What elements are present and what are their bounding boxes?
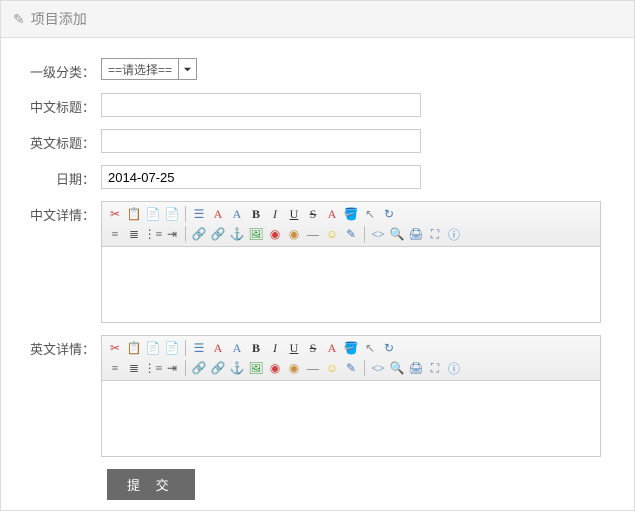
list-bullet-icon[interactable]: ⋮≡	[144, 359, 162, 377]
smiley-icon[interactable]: ☺	[323, 359, 341, 377]
list-num-icon[interactable]: ≣	[125, 359, 143, 377]
pencil-icon: ✎	[13, 11, 25, 28]
title-en-input[interactable]	[101, 129, 421, 153]
hr-icon[interactable]: —	[304, 359, 322, 377]
underline-icon[interactable]: U	[285, 339, 303, 357]
remove-format-icon[interactable]: A	[209, 205, 227, 223]
select-all-icon[interactable]: ☰	[190, 205, 208, 223]
separator	[185, 340, 186, 356]
category-value: ==请选择==	[102, 59, 178, 79]
italic-icon[interactable]: I	[266, 339, 284, 357]
redo-icon[interactable]: ↻	[380, 339, 398, 357]
bold-icon[interactable]: B	[247, 205, 265, 223]
separator	[364, 360, 365, 376]
title-en-label: 英文标题：	[21, 129, 101, 152]
cursor-icon[interactable]: ↖	[361, 205, 379, 223]
unlink-icon[interactable]: 🔗	[209, 359, 227, 377]
toolbar-cn: ✂📋📄📄☰AABIUSA🪣↖↻≡≣⋮≡⇥🔗🔗⚓🖼◉◉—☺✎<>🔍🖨⛶ⓘ	[102, 202, 600, 247]
category-select[interactable]: ==请选择==	[101, 58, 197, 80]
title-cn-label: 中文标题：	[21, 93, 101, 116]
paint-icon[interactable]: 🪣	[342, 339, 360, 357]
paint-icon[interactable]: 🪣	[342, 205, 360, 223]
paste-word-icon[interactable]: 📄	[163, 339, 181, 357]
submit-button[interactable]: 提 交	[107, 469, 195, 500]
panel-body: 一级分类： ==请选择== 中文标题： 英文标题：	[1, 38, 634, 510]
panel-title: 项目添加	[31, 9, 87, 29]
toolbar-en: ✂📋📄📄☰AABIUSA🪣↖↻≡≣⋮≡⇥🔗🔗⚓🖼◉◉—☺✎<>🔍🖨⛶ⓘ	[102, 336, 600, 381]
anchor-icon[interactable]: ⚓	[228, 225, 246, 243]
separator	[364, 226, 365, 242]
print-icon[interactable]: 🖨	[407, 359, 425, 377]
special-char-icon[interactable]: ✎	[342, 225, 360, 243]
panel: ✎ 项目添加 一级分类： ==请选择== 中文标题： 英文标题：	[0, 0, 635, 511]
italic-icon[interactable]: I	[266, 205, 284, 223]
underline-icon[interactable]: U	[285, 205, 303, 223]
separator	[185, 206, 186, 222]
cut-icon[interactable]: ✂	[106, 205, 124, 223]
bold-icon[interactable]: B	[247, 339, 265, 357]
panel-header: ✎ 项目添加	[1, 1, 634, 38]
flash-icon[interactable]: ◉	[266, 225, 284, 243]
font-color-icon[interactable]: A	[228, 205, 246, 223]
media-icon[interactable]: ◉	[285, 359, 303, 377]
link-icon[interactable]: 🔗	[190, 359, 208, 377]
fullscreen-icon[interactable]: ⛶	[426, 359, 444, 377]
special-char-icon[interactable]: ✎	[342, 359, 360, 377]
detail-en-area[interactable]	[102, 381, 600, 456]
paste-word-icon[interactable]: 📄	[163, 205, 181, 223]
hr-icon[interactable]: —	[304, 225, 322, 243]
date-label: 日期：	[21, 165, 101, 188]
strikethrough-icon[interactable]: S	[304, 205, 322, 223]
fullscreen-icon[interactable]: ⛶	[426, 225, 444, 243]
chevron-down-icon[interactable]	[178, 59, 196, 79]
cursor-icon[interactable]: ↖	[361, 339, 379, 357]
cut-icon[interactable]: ✂	[106, 339, 124, 357]
separator	[185, 360, 186, 376]
category-label: 一级分类：	[21, 58, 101, 81]
detail-en-editor: ✂📋📄📄☰AABIUSA🪣↖↻≡≣⋮≡⇥🔗🔗⚓🖼◉◉—☺✎<>🔍🖨⛶ⓘ	[101, 335, 601, 457]
bg-color-icon[interactable]: A	[323, 205, 341, 223]
preview-icon[interactable]: 🔍	[388, 225, 406, 243]
strikethrough-icon[interactable]: S	[304, 339, 322, 357]
paste-icon[interactable]: 📄	[144, 205, 162, 223]
flash-icon[interactable]: ◉	[266, 359, 284, 377]
detail-cn-editor: ✂📋📄📄☰AABIUSA🪣↖↻≡≣⋮≡⇥🔗🔗⚓🖼◉◉—☺✎<>🔍🖨⛶ⓘ	[101, 201, 601, 323]
select-all-icon[interactable]: ☰	[190, 339, 208, 357]
print-icon[interactable]: 🖨	[407, 225, 425, 243]
source-icon[interactable]: <>	[369, 359, 387, 377]
copy-icon[interactable]: 📋	[125, 339, 143, 357]
separator	[185, 226, 186, 242]
align-left-icon[interactable]: ≡	[106, 359, 124, 377]
link-icon[interactable]: 🔗	[190, 225, 208, 243]
list-num-icon[interactable]: ≣	[125, 225, 143, 243]
detail-en-label: 英文详情：	[21, 335, 101, 358]
source-icon[interactable]: <>	[369, 225, 387, 243]
date-input[interactable]	[101, 165, 421, 189]
unlink-icon[interactable]: 🔗	[209, 225, 227, 243]
paste-icon[interactable]: 📄	[144, 339, 162, 357]
bg-color-icon[interactable]: A	[323, 339, 341, 357]
media-icon[interactable]: ◉	[285, 225, 303, 243]
indent-icon[interactable]: ⇥	[163, 359, 181, 377]
preview-icon[interactable]: 🔍	[388, 359, 406, 377]
about-icon[interactable]: ⓘ	[445, 359, 463, 377]
image-icon[interactable]: 🖼	[247, 225, 265, 243]
title-cn-input[interactable]	[101, 93, 421, 117]
remove-format-icon[interactable]: A	[209, 339, 227, 357]
anchor-icon[interactable]: ⚓	[228, 359, 246, 377]
list-bullet-icon[interactable]: ⋮≡	[144, 225, 162, 243]
indent-icon[interactable]: ⇥	[163, 225, 181, 243]
about-icon[interactable]: ⓘ	[445, 225, 463, 243]
image-icon[interactable]: 🖼	[247, 359, 265, 377]
detail-cn-area[interactable]	[102, 247, 600, 322]
redo-icon[interactable]: ↻	[380, 205, 398, 223]
copy-icon[interactable]: 📋	[125, 205, 143, 223]
align-left-icon[interactable]: ≡	[106, 225, 124, 243]
detail-cn-label: 中文详情：	[21, 201, 101, 224]
smiley-icon[interactable]: ☺	[323, 225, 341, 243]
font-color-icon[interactable]: A	[228, 339, 246, 357]
